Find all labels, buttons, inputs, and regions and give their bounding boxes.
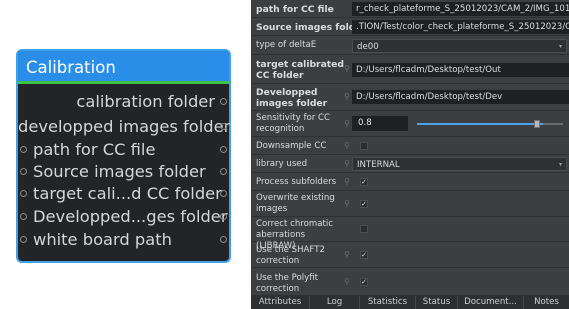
input-path-cc: path for CC file: [18, 139, 229, 161]
output-developped-folder: developped images folder: [18, 116, 231, 138]
attr-row-chromatic: Correct chromatic aberrations (LIBRAW): [251, 217, 569, 251]
pin-icon[interactable]: ⚲: [344, 199, 352, 208]
pin-icon[interactable]: ⚲: [344, 119, 352, 128]
node-title: Calibration: [18, 51, 229, 84]
attr-row-sensitivity: Sensitivity for CC recognition ⚲ 0.8: [251, 111, 569, 137]
input-port[interactable]: [20, 236, 27, 243]
input-port[interactable]: [20, 213, 27, 220]
sensitivity-slider-track[interactable]: [417, 123, 543, 125]
attr-label: Source images folder: [256, 22, 367, 33]
polyfit-checkbox[interactable]: ✓: [360, 277, 368, 286]
sensitivity-slider-handle[interactable]: [534, 120, 540, 128]
attr-row-source: Source images folder .TION/Test/color_ch…: [251, 18, 569, 36]
output-port[interactable]: [220, 236, 227, 243]
deltae-dropdown[interactable]: de00 ▾: [352, 39, 567, 53]
port-label: path for CC file: [33, 140, 156, 159]
attr-label: Sensitivity for CC recognition: [256, 113, 331, 134]
sensitivity-slider-rest[interactable]: [543, 123, 563, 125]
input-white-board: white board path: [18, 229, 229, 251]
attr-row-dev: Developped images folder ⚲ D:/Users/flca…: [251, 84, 569, 111]
port-label: white board path: [33, 230, 172, 249]
chevron-down-icon: ▾: [558, 161, 562, 168]
attribute-editor: path for CC file r_check_plateforme_S_25…: [251, 0, 569, 309]
path-cc-field[interactable]: r_check_plateforme_S_25012023/CAM_2/IMG_…: [352, 2, 569, 16]
attr-label: Process subfolders: [256, 177, 337, 187]
port-label: Developped...ges folder: [33, 207, 228, 226]
attr-label: target calibrated CC folder: [256, 59, 344, 81]
attr-row-downsample: Downsample CC ⚲: [251, 137, 569, 155]
downsample-checkbox[interactable]: [360, 141, 368, 150]
attr-row-polyfit: Use the Polyfit correction ⚲ ✓: [251, 268, 569, 296]
output-port[interactable]: [220, 168, 227, 175]
pin-icon[interactable]: ⚲: [344, 277, 352, 286]
attr-label: Developped images folder: [256, 87, 328, 109]
calibration-node[interactable]: Calibration calibration folder developpe…: [16, 49, 231, 263]
attr-row-target: target calibrated CC folder ⚲ D:/Users/f…: [251, 55, 569, 84]
attr-label: Use the SHAFT2 correction: [256, 245, 325, 266]
attr-label: Downsample CC: [256, 141, 327, 151]
tab-statistics[interactable]: Statistics: [359, 296, 415, 309]
chromatic-checkbox[interactable]: [360, 225, 368, 233]
attr-label: Use the Polyfit correction: [256, 273, 319, 294]
pin-icon[interactable]: ⚲: [344, 250, 352, 259]
pin-icon[interactable]: ⚲: [344, 93, 352, 101]
attr-label: type of deltaE: [256, 40, 317, 50]
input-port[interactable]: [20, 190, 27, 197]
attr-row-subfolders: Process subfolders ⚲ ✓: [251, 173, 569, 191]
input-port[interactable]: [20, 146, 27, 153]
dropdown-value: INTERNAL: [357, 160, 400, 170]
output-calibration-folder: calibration folder: [18, 91, 229, 113]
attr-label: library used: [256, 159, 308, 169]
dropdown-value: de00: [357, 42, 379, 52]
port-label: Source images folder: [33, 162, 206, 181]
output-port[interactable]: [220, 190, 227, 197]
input-port[interactable]: [20, 168, 27, 175]
library-dropdown[interactable]: INTERNAL ▾: [352, 157, 567, 171]
port-label: target cali...d CC folder: [33, 184, 222, 203]
attr-row-deltae: type of deltaE de00 ▾: [251, 36, 569, 55]
port-label: developped images folder: [18, 117, 231, 136]
pin-icon[interactable]: ⚲: [344, 177, 352, 186]
attr-label: path for CC file: [256, 4, 334, 15]
tab-attributes[interactable]: Attributes: [251, 296, 309, 309]
tab-notes[interactable]: Notes: [523, 296, 569, 309]
attr-row-library: library used ⚲ INTERNAL ▾: [251, 155, 569, 173]
pin-icon[interactable]: ⚲: [344, 159, 352, 168]
output-port[interactable]: [220, 98, 227, 105]
bottom-tab-bar: Attributes Log Statistics Status Documen…: [251, 296, 569, 309]
output-port[interactable]: [220, 213, 227, 220]
attr-row-path-cc: path for CC file r_check_plateforme_S_25…: [251, 0, 569, 18]
chevron-down-icon: ▾: [558, 43, 562, 50]
tab-document[interactable]: Document...: [457, 296, 523, 309]
output-port[interactable]: [220, 123, 227, 130]
input-target-folder: target cali...d CC folder: [18, 183, 229, 205]
tab-status[interactable]: Status: [415, 296, 457, 309]
target-folder-field[interactable]: D:/Users/flcadm/Desktop/test/Out: [352, 63, 569, 77]
overwrite-checkbox[interactable]: ✓: [360, 199, 368, 208]
pin-icon[interactable]: ⚲: [344, 141, 352, 150]
subfolders-checkbox[interactable]: ✓: [360, 177, 368, 186]
port-label: calibration folder: [76, 92, 215, 111]
attr-row-overwrite: Overwrite existing images ⚲ ✓: [251, 191, 569, 217]
input-source-folder: Source images folder: [18, 161, 229, 183]
attr-row-shaft2: Use the SHAFT2 correction ⚲ ✓: [251, 242, 569, 268]
shaft2-checkbox[interactable]: ✓: [360, 250, 368, 259]
attr-label: Overwrite existing images: [256, 193, 335, 214]
tab-log[interactable]: Log: [309, 296, 359, 309]
input-developped-folder: Developped...ges folder: [18, 206, 229, 228]
sensitivity-spinbox[interactable]: 0.8: [352, 116, 408, 131]
output-port[interactable]: [220, 146, 227, 153]
source-folder-field[interactable]: .TION/Test/color_check_plateforme_S_2501…: [352, 20, 569, 34]
pin-icon[interactable]: ⚲: [344, 65, 352, 73]
dev-folder-field[interactable]: D:/Users/flcadm/Desktop/test/Dev: [352, 90, 569, 104]
